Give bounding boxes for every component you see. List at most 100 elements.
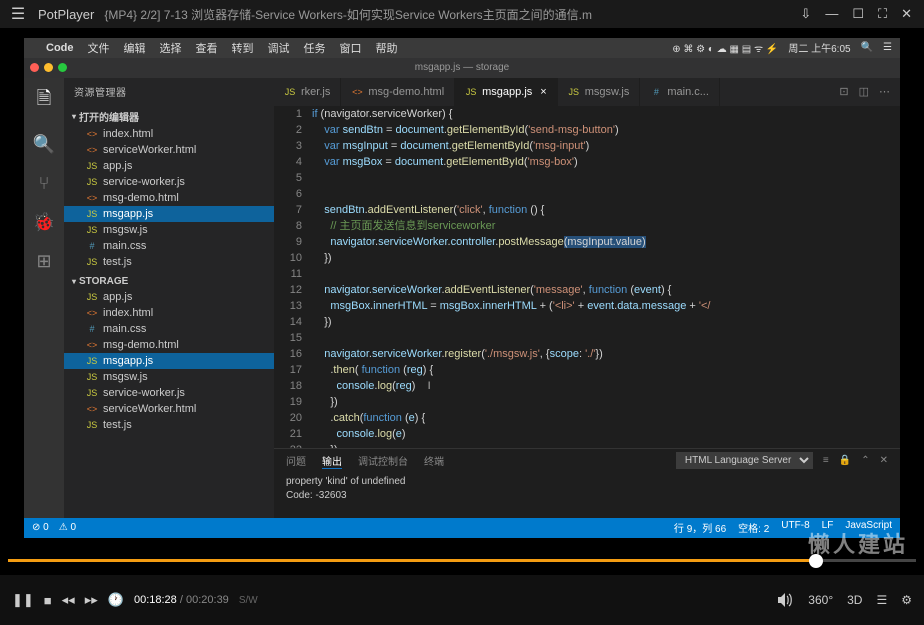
file-item[interactable]: JStest.js: [64, 254, 274, 270]
deg-label[interactable]: 360°: [808, 593, 833, 607]
file-item[interactable]: <>msg-demo.html: [64, 190, 274, 206]
tab-label: msg-demo.html: [368, 86, 444, 98]
panel-tab-debug[interactable]: 调试控制台: [358, 453, 408, 468]
pause-button[interactable]: ❚❚: [12, 592, 34, 608]
close-panel-icon[interactable]: ✕: [880, 455, 888, 466]
editor-tab[interactable]: <>msg-demo.html: [341, 78, 455, 106]
panel-tab-terminal[interactable]: 终端: [424, 453, 444, 468]
traffic-close-icon: [30, 63, 39, 72]
filter-icon[interactable]: ≡: [823, 455, 829, 466]
output-line: property 'kind' of undefined: [286, 475, 888, 489]
file-item[interactable]: <>serviceWorker.html: [64, 142, 274, 158]
file-item[interactable]: JSmsgsw.js: [64, 369, 274, 385]
panel-tab-problems[interactable]: 问题: [286, 453, 306, 468]
search-icon: 🔍: [861, 42, 873, 53]
file-item[interactable]: JSapp.js: [64, 158, 274, 174]
maximize-icon[interactable]: ☐: [852, 6, 864, 22]
menu-window: 窗口: [340, 40, 362, 56]
file-icon: JS: [86, 292, 98, 302]
file-item[interactable]: JStest.js: [64, 417, 274, 433]
lock-icon[interactable]: 🔒: [839, 455, 851, 466]
playlist-icon[interactable]: ☰: [876, 593, 887, 607]
video-area[interactable]: Code 文件 编辑 选择 查看 转到 调试 任务 窗口 帮助 ⊕ ⌘ ⚙ ◐ …: [0, 28, 924, 547]
menu-tasks: 任务: [304, 40, 326, 56]
more-icon[interactable]: ⋯: [879, 85, 890, 98]
stop-button[interactable]: ■: [44, 593, 52, 608]
file-item[interactable]: <>index.html: [64, 126, 274, 142]
status-spaces[interactable]: 空格: 2: [738, 520, 769, 535]
prev-button[interactable]: ◂◂: [62, 592, 75, 608]
compare-icon[interactable]: ⊡: [839, 85, 848, 98]
minimize-icon[interactable]: —: [825, 6, 838, 22]
current-time: 00:18:28: [134, 594, 177, 606]
file-icon: JS: [86, 356, 98, 366]
file-icon: JS: [86, 420, 98, 430]
extensions-icon[interactable]: ⊞: [36, 251, 51, 272]
pin-icon[interactable]: ⇩: [800, 6, 811, 22]
activity-bar: 🗎 🔍 ⑂ 🐞 ⊞: [24, 78, 64, 518]
tab-label: msgsw.js: [585, 86, 630, 98]
file-item[interactable]: <>msg-demo.html: [64, 337, 274, 353]
git-icon[interactable]: ⑂: [39, 173, 50, 194]
file-icon: #: [86, 324, 98, 334]
file-item[interactable]: JSmsgapp.js: [64, 206, 274, 222]
file-icon: JS: [284, 87, 296, 97]
file-name: serviceWorker.html: [103, 144, 196, 156]
progress-thumb[interactable]: [809, 554, 823, 568]
tab-label: rker.js: [301, 86, 330, 98]
storage-title[interactable]: STORAGE: [64, 274, 274, 289]
code-content[interactable]: if (navigator.serviceWorker) { var sendB…: [312, 106, 900, 448]
file-item[interactable]: JS app.js: [64, 289, 274, 305]
editor-tab[interactable]: JSmsgapp.js×: [455, 78, 558, 106]
file-item[interactable]: #main.css: [64, 321, 274, 337]
file-icon: #: [650, 87, 662, 97]
chevron-up-icon[interactable]: ⌃: [861, 455, 869, 466]
status-errors[interactable]: ⊘ 0: [32, 522, 49, 533]
open-editors-title[interactable]: 打开的编辑器: [64, 107, 274, 126]
file-item[interactable]: JSmsgapp.js: [64, 353, 274, 369]
close-tab-icon[interactable]: ×: [540, 86, 546, 98]
next-button[interactable]: ▸▸: [85, 592, 98, 608]
file-item[interactable]: JSservice-worker.js: [64, 385, 274, 401]
editor-tab[interactable]: JS rker.js: [274, 78, 341, 106]
status-cursor[interactable]: 行 9，列 66: [674, 520, 726, 535]
file-icon: JS: [86, 177, 98, 187]
file-item[interactable]: #main.css: [64, 238, 274, 254]
file-icon: JS: [86, 225, 98, 235]
settings-icon[interactable]: ⚙: [901, 593, 912, 607]
status-encoding[interactable]: UTF-8: [781, 520, 809, 535]
file-item[interactable]: <>index.html: [64, 305, 274, 321]
editor-tab[interactable]: #main.c...: [640, 78, 720, 106]
menu-icon[interactable]: ☰: [4, 4, 32, 24]
panel-tab-output[interactable]: 输出: [322, 453, 342, 469]
search-icon[interactable]: 🔍: [33, 134, 55, 155]
file-icon: <>: [86, 340, 98, 350]
file-item[interactable]: <> serviceWorker.html: [64, 401, 274, 417]
file-name: msg-demo.html: [103, 192, 179, 204]
explorer-icon[interactable]: 🗎: [37, 86, 51, 116]
3d-label[interactable]: 3D: [847, 593, 862, 607]
debug-icon[interactable]: 🐞: [33, 212, 55, 233]
split-icon[interactable]: ◫: [859, 85, 869, 98]
close-icon[interactable]: ✕: [901, 6, 912, 22]
time-display: 00:18:28 / 00:20:39: [134, 594, 229, 606]
file-name: serviceWorker.html: [103, 403, 196, 415]
file-icon: <>: [86, 404, 98, 414]
volume-icon[interactable]: [778, 593, 794, 608]
editor-tab[interactable]: JSmsgsw.js: [558, 78, 641, 106]
file-item[interactable]: JSservice-worker.js: [64, 174, 274, 190]
traffic-max-icon: [58, 63, 67, 72]
clock-icon[interactable]: 🕐: [108, 592, 124, 608]
file-item[interactable]: JSmsgsw.js: [64, 222, 274, 238]
file-name: index.html: [103, 128, 153, 140]
progress-bar[interactable]: [8, 553, 916, 567]
status-warnings[interactable]: ⚠ 0: [59, 522, 76, 533]
editor-tabs: JS rker.js <>msg-demo.htmlJSmsgapp.js×JSms…: [274, 78, 900, 106]
file-name: app.js: [103, 160, 132, 172]
output-channel-select[interactable]: HTML Language Server: [676, 452, 813, 469]
file-info: {MP4} 2/2] 7-13 浏览器存储-Service Workers-如何…: [94, 6, 800, 23]
fullscreen-icon[interactable]: ⛶: [878, 6, 887, 22]
file-name: app.js: [103, 291, 132, 303]
window-title: msgapp.js — storage: [415, 62, 510, 73]
mac-clock: 周二 上午6:05: [788, 40, 850, 55]
